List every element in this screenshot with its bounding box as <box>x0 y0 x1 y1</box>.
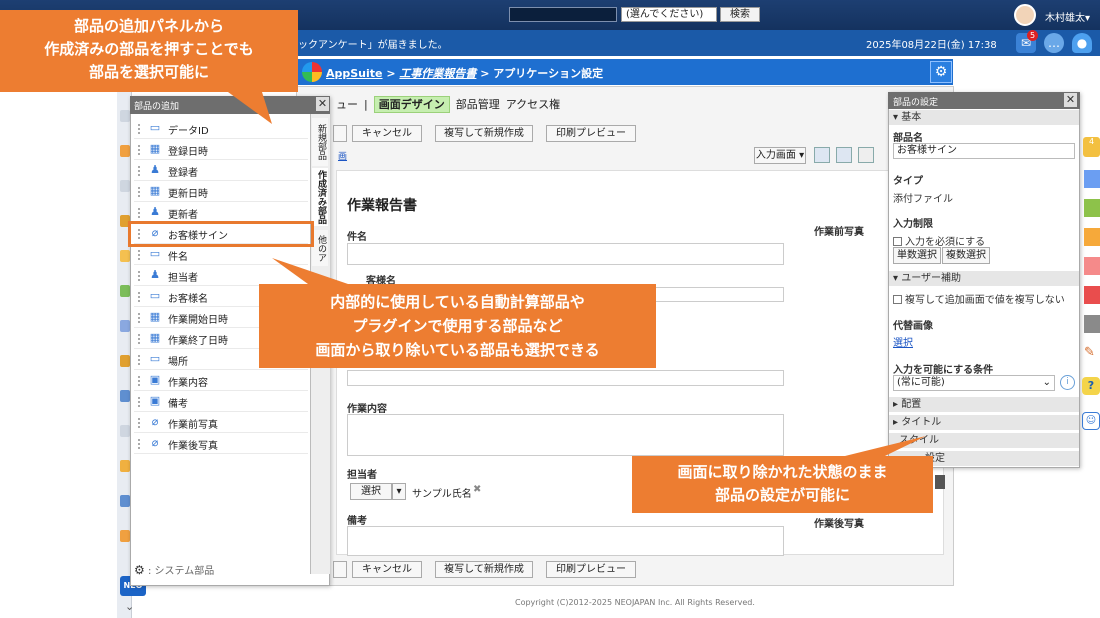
callout-arrow <box>845 436 926 456</box>
callout-arrow <box>272 258 348 284</box>
callout-arrow <box>228 92 272 124</box>
copyright: Copyright (C)2012-2025 NEOJAPAN Inc. All… <box>515 598 755 607</box>
callout-arrows <box>228 92 926 456</box>
